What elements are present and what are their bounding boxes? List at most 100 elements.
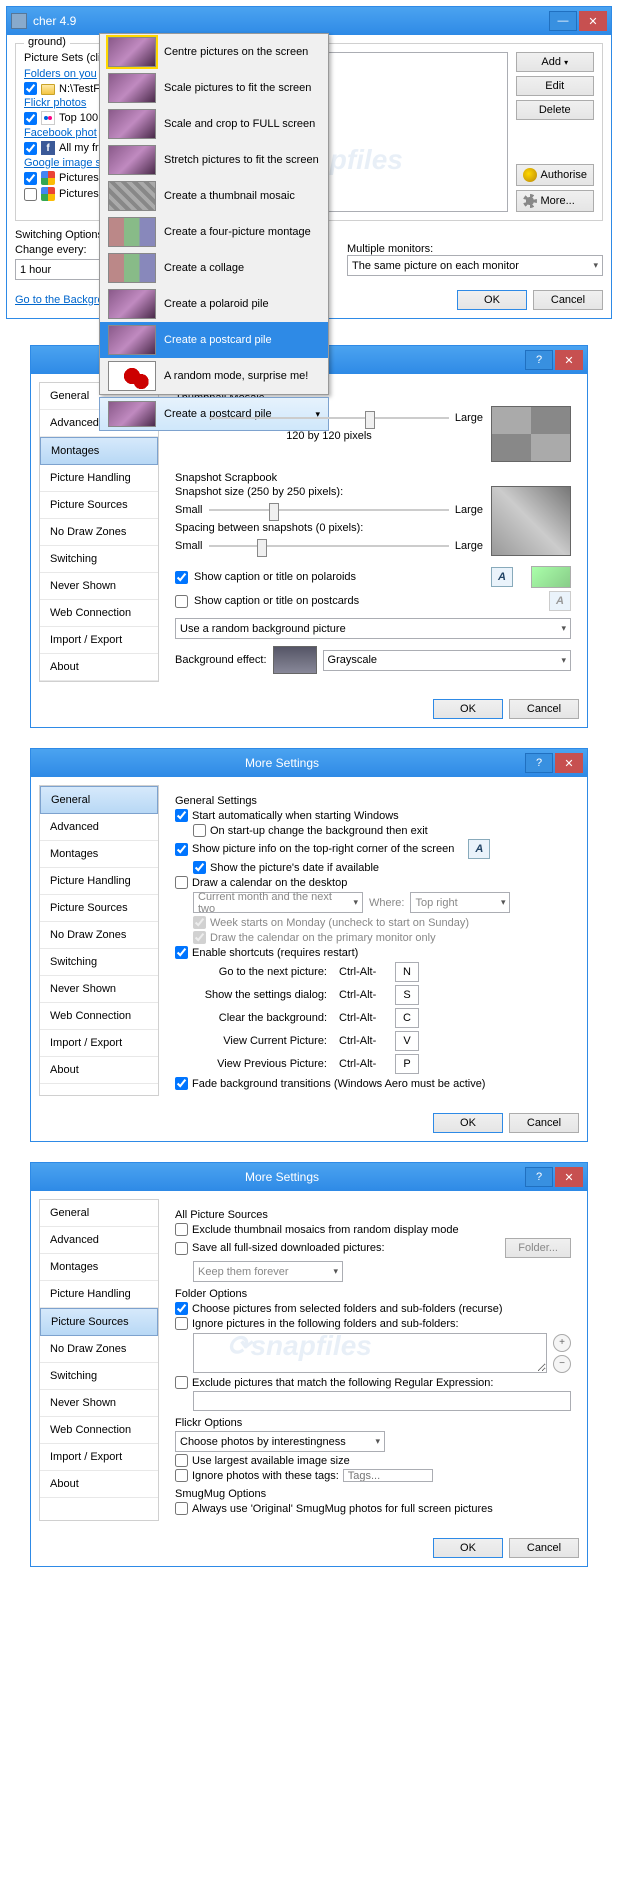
remove-folder-button[interactable]: − <box>553 1355 571 1373</box>
tab-switching[interactable]: Switching <box>40 546 158 573</box>
cancel-button[interactable]: Cancel <box>533 290 603 310</box>
random-bg-dropdown[interactable]: Use a random background picture <box>175 618 571 639</box>
folders-check[interactable] <box>24 82 37 95</box>
add-folder-button[interactable]: + <box>553 1334 571 1352</box>
startup-change-check[interactable] <box>193 824 206 837</box>
add-button[interactable]: Add ▾ <box>516 52 594 72</box>
authorise-button[interactable]: Authorise <box>516 164 594 186</box>
save-full-check[interactable] <box>175 1242 188 1255</box>
effect-dropdown[interactable]: Grayscale <box>323 650 571 671</box>
font-button[interactable]: A <box>491 567 513 587</box>
shortcuts-check[interactable] <box>175 946 188 959</box>
help-button[interactable]: ? <box>525 1167 553 1187</box>
tab-montages[interactable]: Montages <box>40 437 158 465</box>
tab-switching[interactable]: Switching <box>40 949 158 976</box>
tab-general[interactable]: General <box>40 786 158 814</box>
edit-button[interactable]: Edit <box>516 76 594 96</box>
tab-picture-sources[interactable]: Picture Sources <box>40 895 158 922</box>
tab-no-draw[interactable]: No Draw Zones <box>40 1336 158 1363</box>
close-button[interactable]: ✕ <box>555 350 583 370</box>
ok-button[interactable]: OK <box>433 1538 503 1558</box>
tab-montages[interactable]: Montages <box>40 1254 158 1281</box>
tab-never-shown[interactable]: Never Shown <box>40 573 158 600</box>
tab-picture-handling[interactable]: Picture Handling <box>40 868 158 895</box>
tab-web[interactable]: Web Connection <box>40 1417 158 1444</box>
close-button[interactable]: ✕ <box>579 11 607 31</box>
tab-picture-handling[interactable]: Picture Handling <box>40 1281 158 1308</box>
ignore-folders-check[interactable] <box>175 1317 188 1330</box>
menu-item-stretch[interactable]: Stretch pictures to fit the screen <box>100 142 328 178</box>
tab-picture-sources[interactable]: Picture Sources <box>40 1308 158 1336</box>
tab-no-draw[interactable]: No Draw Zones <box>40 519 158 546</box>
help-button[interactable]: ? <box>525 350 553 370</box>
snapshot-slider[interactable] <box>209 500 449 520</box>
ignore-tags-check[interactable] <box>175 1469 188 1482</box>
tab-import[interactable]: Import / Export <box>40 1444 158 1471</box>
menu-item-centre[interactable]: Centre pictures on the screen <box>100 34 328 70</box>
tab-never-shown[interactable]: Never Shown <box>40 1390 158 1417</box>
flickr-check[interactable] <box>24 112 37 125</box>
g-check-1[interactable] <box>24 172 37 185</box>
more-button[interactable]: More... <box>516 190 594 212</box>
menu-item-mosaic[interactable]: Create a thumbnail mosaic <box>100 178 328 214</box>
close-button[interactable]: ✕ <box>555 1167 583 1187</box>
start-auto-check[interactable] <box>175 809 188 822</box>
smugmug-check[interactable] <box>175 1502 188 1515</box>
sc-prev-key[interactable] <box>395 1054 419 1074</box>
tab-picture-handling[interactable]: Picture Handling <box>40 465 158 492</box>
menu-item-scale[interactable]: Scale pictures to fit the screen <box>100 70 328 106</box>
tab-about[interactable]: About <box>40 654 158 681</box>
font-button[interactable]: A <box>468 839 490 859</box>
interestingness-dropdown[interactable]: Choose photos by interestingness <box>175 1431 385 1452</box>
color-button[interactable] <box>531 566 571 588</box>
tab-general[interactable]: General <box>40 1200 158 1227</box>
regex-input[interactable] <box>193 1391 571 1411</box>
cancel-button[interactable]: Cancel <box>509 699 579 719</box>
tab-switching[interactable]: Switching <box>40 1363 158 1390</box>
recurse-check[interactable] <box>175 1302 188 1315</box>
sc-clear-key[interactable] <box>395 1008 419 1028</box>
tab-web[interactable]: Web Connection <box>40 600 158 627</box>
tab-picture-sources[interactable]: Picture Sources <box>40 492 158 519</box>
regex-check[interactable] <box>175 1376 188 1389</box>
tab-import[interactable]: Import / Export <box>40 627 158 654</box>
draw-cal-check[interactable] <box>175 876 188 889</box>
ok-button[interactable]: OK <box>457 290 527 310</box>
close-button[interactable]: ✕ <box>555 753 583 773</box>
cancel-button[interactable]: Cancel <box>509 1113 579 1133</box>
tab-advanced[interactable]: Advanced <box>40 1227 158 1254</box>
menu-item-four[interactable]: Create a four-picture montage <box>100 214 328 250</box>
menu-item-polaroid[interactable]: Create a polaroid pile <box>100 286 328 322</box>
caption-polaroids-check[interactable] <box>175 571 188 584</box>
ok-button[interactable]: OK <box>433 699 503 719</box>
tab-about[interactable]: About <box>40 1471 158 1498</box>
menu-item-collage[interactable]: Create a collage <box>100 250 328 286</box>
spacing-slider[interactable] <box>209 536 449 556</box>
menu-item-postcard[interactable]: Create a postcard pile <box>100 322 328 358</box>
g-check-2[interactable] <box>24 188 37 201</box>
tab-about[interactable]: About <box>40 1057 158 1084</box>
help-button[interactable]: ? <box>525 753 553 773</box>
caption-postcards-check[interactable] <box>175 595 188 608</box>
menu-item-crop[interactable]: Scale and crop to FULL screen <box>100 106 328 142</box>
show-date-check[interactable] <box>193 861 206 874</box>
delete-button[interactable]: Delete <box>516 100 594 120</box>
tab-never-shown[interactable]: Never Shown <box>40 976 158 1003</box>
mosaic-slider[interactable] <box>209 408 449 428</box>
minimize-button[interactable]: — <box>549 11 577 31</box>
fb-check[interactable] <box>24 142 37 155</box>
cancel-button[interactable]: Cancel <box>509 1538 579 1558</box>
sc-view-key[interactable] <box>395 1031 419 1051</box>
monitors-dropdown[interactable]: The same picture on each monitor <box>347 255 603 276</box>
tab-no-draw[interactable]: No Draw Zones <box>40 922 158 949</box>
menu-item-random[interactable]: A random mode, surprise me! <box>100 358 328 394</box>
largest-check[interactable] <box>175 1454 188 1467</box>
tab-montages[interactable]: Montages <box>40 841 158 868</box>
sc-settings-key[interactable] <box>395 985 419 1005</box>
exclude-mosaics-check[interactable] <box>175 1223 188 1236</box>
ok-button[interactable]: OK <box>433 1113 503 1133</box>
tab-import[interactable]: Import / Export <box>40 1030 158 1057</box>
show-info-check[interactable] <box>175 843 188 856</box>
tab-advanced[interactable]: Advanced <box>40 814 158 841</box>
fade-check[interactable] <box>175 1077 188 1090</box>
